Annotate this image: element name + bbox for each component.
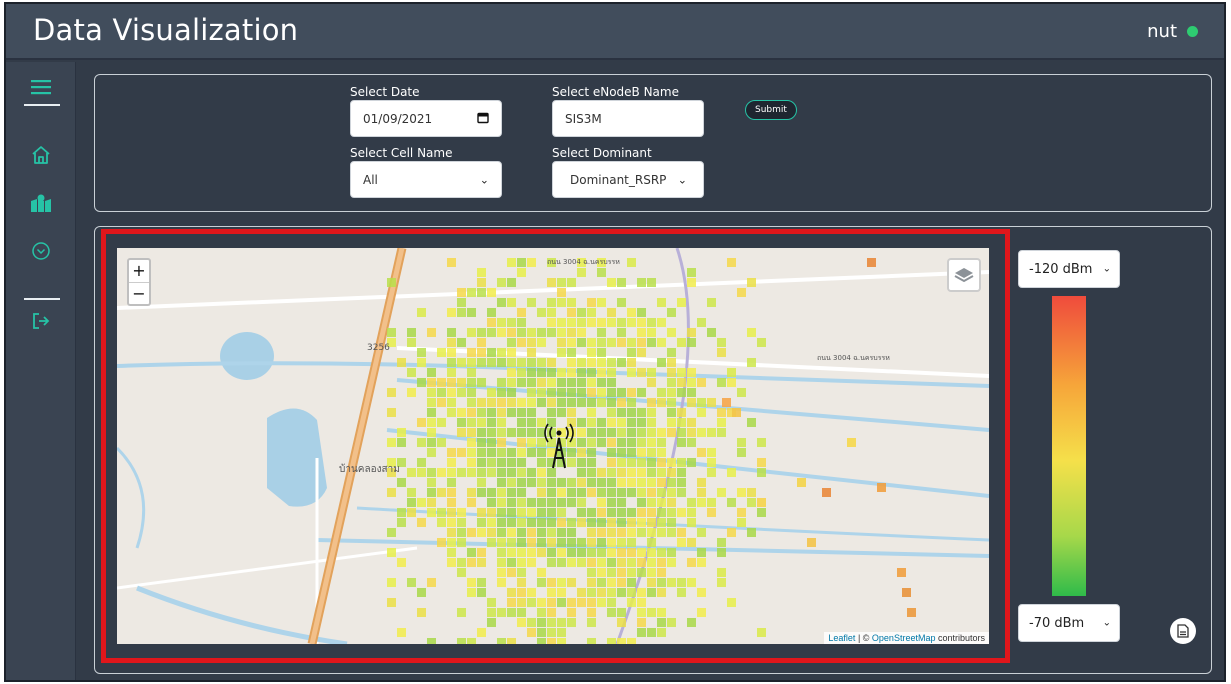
export-file-icon[interactable] [1170,618,1196,644]
page-title: Data Visualization [33,13,299,47]
chevron-down-icon: ⌄ [1102,617,1111,629]
filter-panel: Select Date 01/09/2021 Select eNodeB Nam… [94,74,1212,212]
zoom-in-button[interactable]: + [129,260,149,282]
logout-icon[interactable] [28,308,54,334]
min-range-value: -70 dBm [1029,615,1085,631]
dominant-label: Select Dominant [552,146,652,160]
color-scale-bar [1052,296,1086,596]
layers-icon[interactable] [947,258,981,292]
leaflet-link[interactable]: Leaflet [828,633,855,643]
menu-icon[interactable] [28,74,54,100]
road-label: ถนน 3004 ฉ.นครบรรห [547,258,620,266]
road-label: 3256 [367,343,390,353]
date-label: Select Date [350,85,420,99]
home-icon[interactable] [28,142,54,168]
dominant-value: Dominant_RSRP [570,172,667,187]
map-icon[interactable] [28,190,54,216]
zoom-out-button[interactable]: − [129,282,149,304]
max-range-value: -120 dBm [1029,261,1093,277]
cell-value: All [363,172,378,187]
lake [220,332,274,380]
max-range-select[interactable]: -120 dBm ⌄ [1018,250,1120,288]
user-status[interactable]: nut [1147,21,1198,42]
map-canvas[interactable]: 3256 บ้านคลองสาม ถนน 3004 ฉ.นครบรรห ถนน … [117,248,989,644]
enodeb-value: SIS3M [565,111,602,126]
online-status-icon [1187,26,1198,37]
enodeb-label: Select eNodeB Name [552,85,679,99]
submit-button[interactable]: Submit [745,100,797,120]
username: nut [1147,21,1177,42]
enodeb-input[interactable]: SIS3M [552,100,704,137]
chevron-circle-icon[interactable] [28,238,54,264]
road-label: ถนน 3004 ฉ.นครบรรห [817,354,890,362]
sidebar-divider [24,104,60,106]
calendar-icon[interactable] [477,111,489,126]
zoom-control: + − [127,258,151,306]
chevron-down-icon: ⌄ [677,173,687,186]
osm-link[interactable]: OpenStreetMap [872,633,936,643]
sidebar-divider [24,298,60,300]
date-value: 01/09/2021 [363,111,433,126]
coverage-map[interactable]: 3256 บ้านคลองสาม ถนน 3004 ฉ.นครบรรห ถนน … [117,248,989,644]
min-range-select[interactable]: -70 dBm ⌄ [1018,604,1120,642]
place-label: บ้านคลองสาม [339,463,400,475]
dominant-select[interactable]: Dominant_RSRP ⌄ [552,161,704,198]
map-attribution: Leaflet | © OpenStreetMap contributors [824,632,989,644]
date-input[interactable]: 01/09/2021 [350,100,502,137]
chevron-down-icon: ⌄ [1102,263,1111,275]
header: Data Visualization nut [6,4,1224,60]
sidebar [6,62,76,680]
chevron-down-icon: ⌄ [479,173,489,186]
cell-select[interactable]: All ⌄ [350,161,502,198]
cell-label: Select Cell Name [350,146,453,160]
